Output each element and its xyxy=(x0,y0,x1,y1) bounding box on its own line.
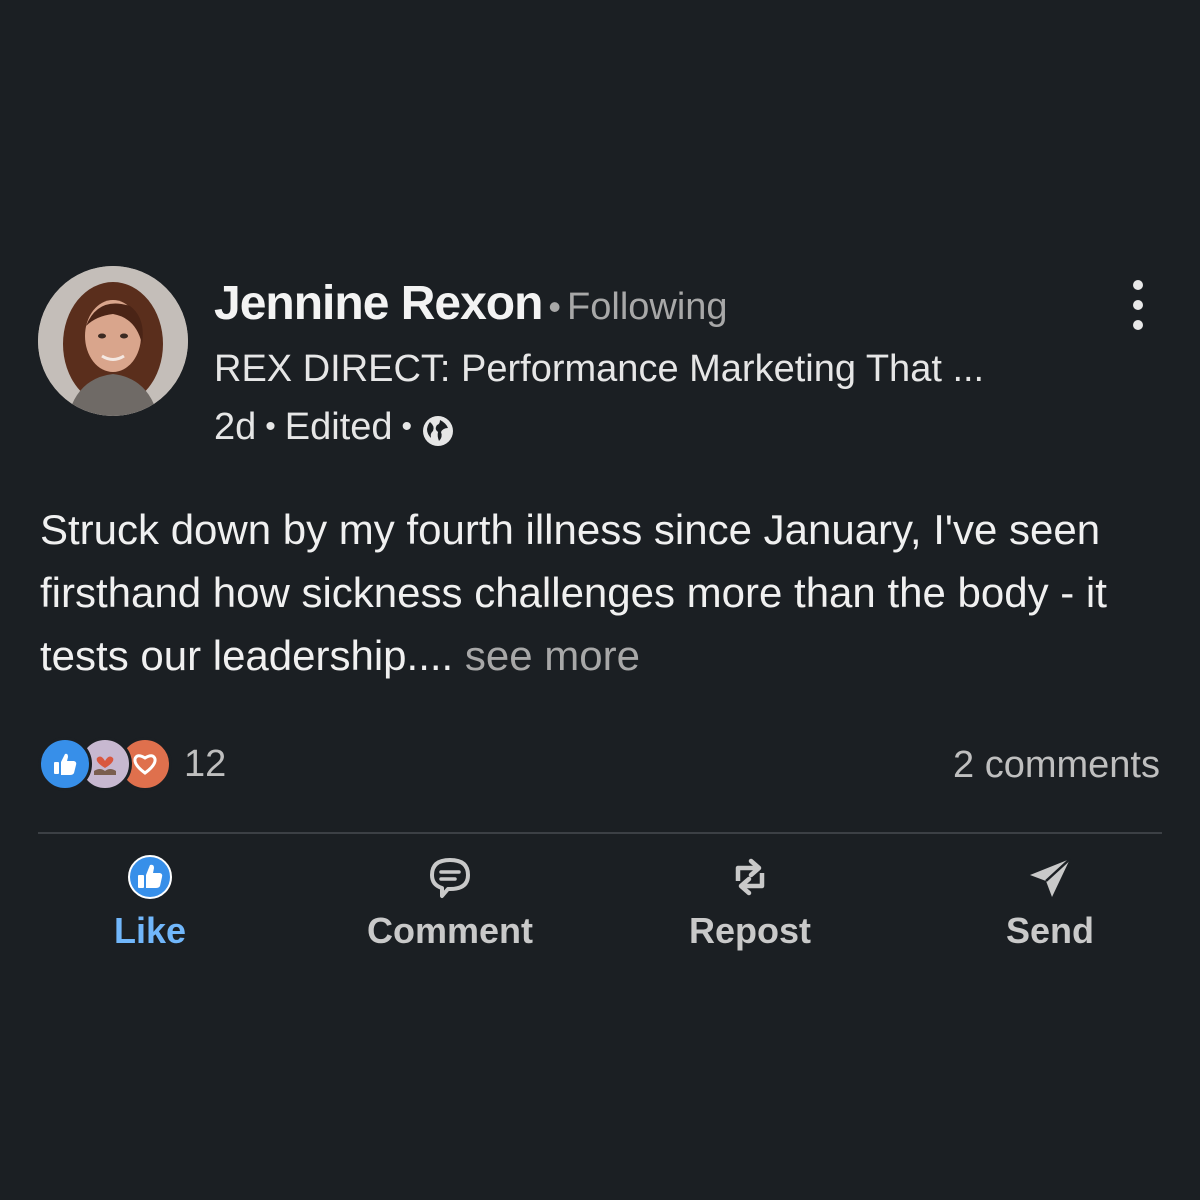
action-bar: Like Comment Repost Send xyxy=(0,852,1200,962)
send-icon xyxy=(1025,852,1075,902)
comments-count-link[interactable]: 2 comments xyxy=(953,744,1160,787)
separator-dot: • xyxy=(265,410,276,443)
more-options-icon[interactable] xyxy=(1118,280,1158,330)
reactions-summary[interactable]: 12 xyxy=(38,737,227,791)
repost-label: Repost xyxy=(688,910,811,951)
comment-label: Comment xyxy=(366,910,533,951)
author-headline: REX DIRECT: Performance Marketing That .… xyxy=(214,348,985,390)
like-icon xyxy=(125,852,175,902)
comment-icon xyxy=(425,852,475,902)
divider xyxy=(38,832,1162,834)
send-label: Send xyxy=(1005,910,1094,951)
repost-button[interactable]: Repost xyxy=(600,852,900,962)
separator-dot: • xyxy=(401,410,413,443)
globe-icon xyxy=(421,413,455,447)
avatar-image xyxy=(38,266,188,416)
follow-status: Following xyxy=(567,286,728,328)
comment-button[interactable]: Comment xyxy=(300,852,600,962)
reaction-count: 12 xyxy=(184,742,227,785)
send-button[interactable]: Send xyxy=(900,852,1200,962)
post-text: Struck down by my fourth illness since J… xyxy=(40,498,1170,687)
post-card: Jennine Rexon • Following REX DIRECT: Perf… xyxy=(0,0,1200,1200)
author-avatar[interactable] xyxy=(38,266,188,416)
separator-dot: • xyxy=(548,286,562,327)
like-button[interactable]: Like xyxy=(0,852,300,962)
like-label: Like xyxy=(113,910,187,951)
post-age: 2d xyxy=(214,406,257,448)
author-name-line: Jennine Rexon • Following xyxy=(214,276,728,343)
author-name[interactable]: Jennine Rexon xyxy=(214,277,543,330)
like-icon xyxy=(38,737,92,791)
edited-label: Edited xyxy=(284,406,393,448)
repost-icon xyxy=(725,852,775,902)
see-more-link[interactable]: see more xyxy=(465,632,640,679)
post-meta: 2d • Edited • xyxy=(214,404,455,450)
